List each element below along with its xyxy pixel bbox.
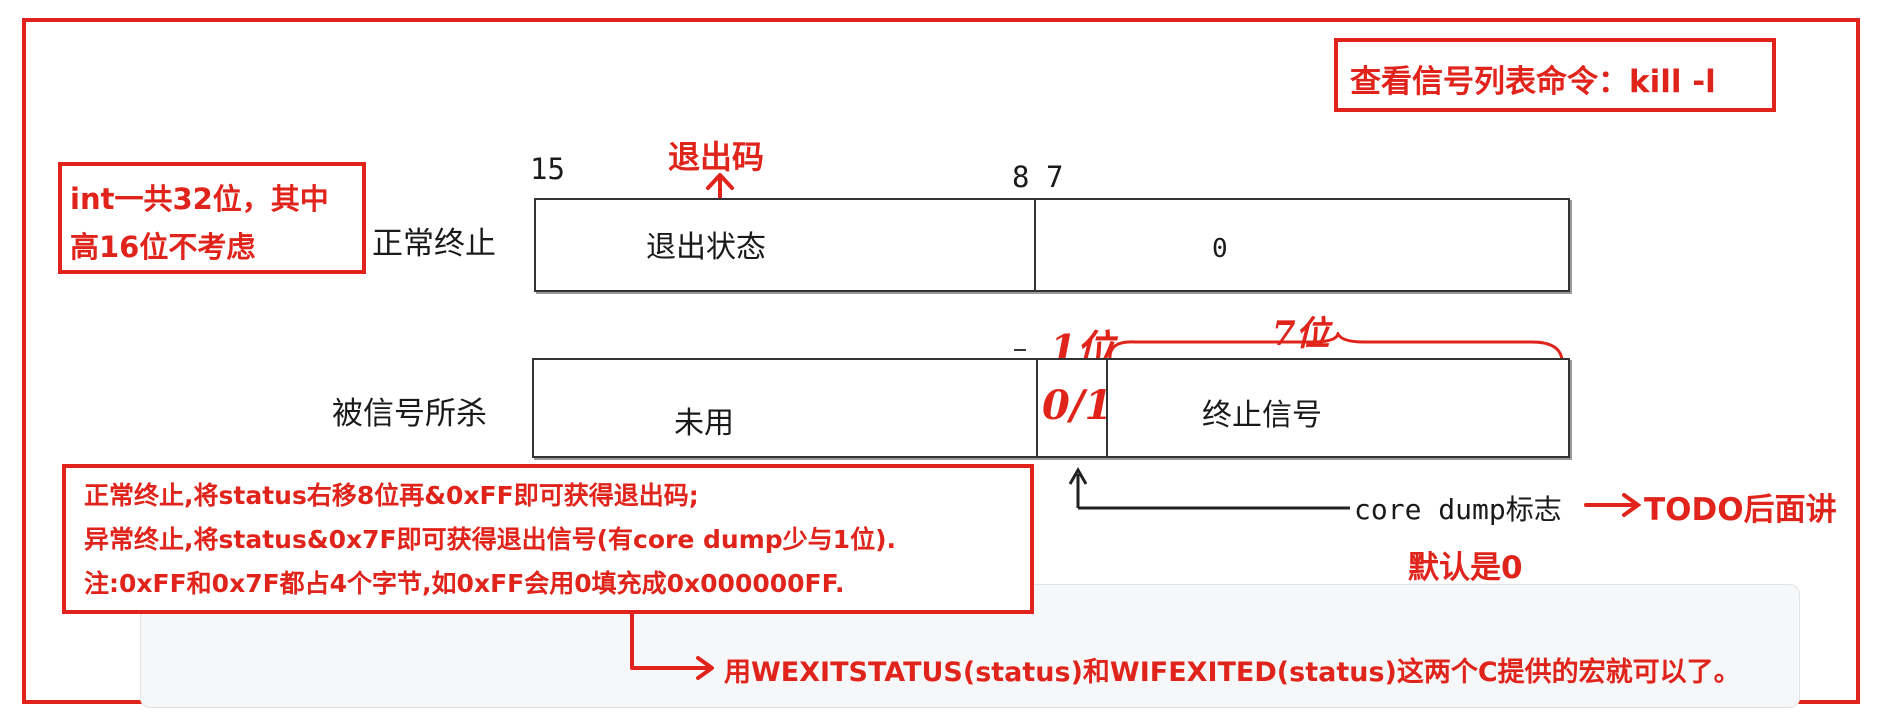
row-normal-high: 退出状态 [646, 230, 766, 265]
left-note-box: int一共32位，其中 高16位不考虑 [58, 162, 366, 274]
explain-line2: 异常终止,将status&0x7F即可获得退出信号(有core dump少与1位… [84, 525, 896, 554]
row-signal-high: 未用 [674, 406, 734, 441]
bit-label-7: 7 [1046, 160, 1064, 194]
dash-mark [1014, 349, 1026, 351]
core-dump-label: core dump标志 [1354, 493, 1562, 526]
row-normal-box: 退出状态 0 [534, 198, 1570, 292]
bit-label-15: 15 [530, 152, 565, 186]
left-note-line2: 高16位不考虑 [70, 230, 256, 264]
core-dump-default: 默认是0 [1408, 550, 1523, 586]
core-dump-pointer-icon [1068, 466, 1350, 510]
row-signal-low: 终止信号 [1202, 398, 1322, 433]
explain-box: 正常终止,将status右移8位再&0xFF即可获得退出码; 异常终止,将sta… [62, 464, 1034, 614]
explain-line1: 正常终止,将status右移8位再&0xFF即可获得退出码; [84, 481, 699, 510]
todo-arrow-icon [1584, 493, 1642, 517]
row-normal-label: 正常终止 [372, 226, 496, 262]
row-normal-divider [1034, 200, 1036, 290]
header-note-box: 查看信号列表命令：kill -l [1334, 38, 1776, 112]
todo-note: TODO后面讲 [1644, 492, 1837, 528]
macro-note: 用WEXITSTATUS(status)和WIFEXITED(status)这两… [724, 657, 1741, 688]
row-normal-low: 0 [1212, 234, 1228, 264]
row-signal-label: 被信号所杀 [332, 396, 487, 432]
left-note-line1: int一共32位，其中 [70, 182, 329, 216]
row-signal-box: 未用 0/1 终止信号 [532, 358, 1570, 458]
bit-label-8: 8 [1012, 160, 1030, 194]
row-signal-flag: 0/1 [1042, 382, 1113, 429]
row-signal-divider-1 [1036, 360, 1038, 456]
explain-line3: 注:0xFF和0x7F都占4个字节,如0xFF会用0填充成0x000000FF. [84, 569, 845, 598]
header-note: 查看信号列表命令：kill -l [1350, 64, 1716, 100]
macro-connector-icon [630, 612, 714, 680]
